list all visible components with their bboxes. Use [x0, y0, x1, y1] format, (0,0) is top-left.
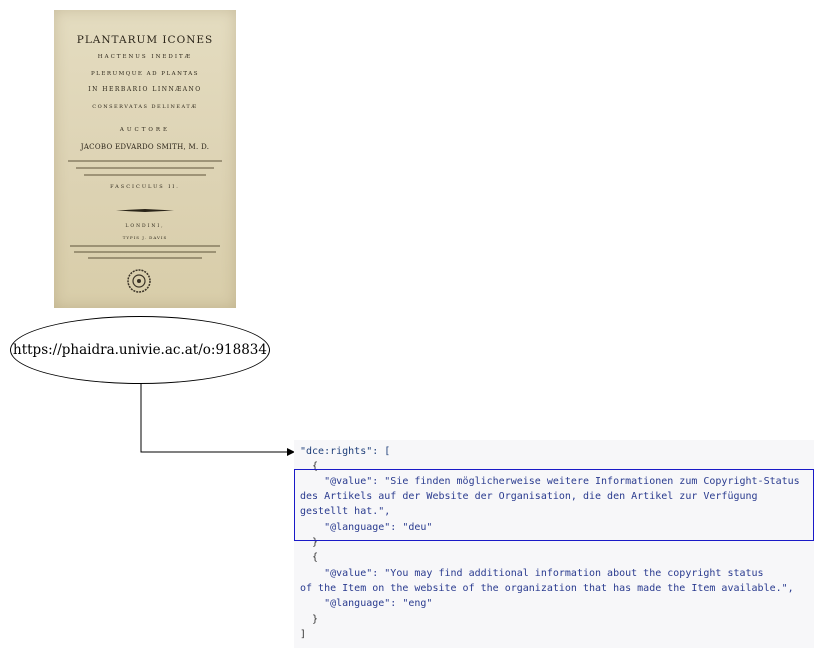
- fine-print-line: [70, 245, 220, 247]
- code-line: }: [300, 612, 318, 627]
- url-node-label: https://phaidra.univie.ac.at/o:918834: [13, 342, 267, 358]
- book-title: PLANTARUM ICONES: [76, 34, 214, 46]
- book-title-page-image: PLANTARUM ICONES HACTENUS INEDITÆ PLERUM…: [54, 10, 236, 308]
- code-line: "@value": "You may find additional infor…: [300, 566, 764, 581]
- book-line: PLERUMQUE AD PLANTAS: [90, 71, 200, 77]
- fine-print-line: [68, 160, 222, 162]
- fine-print-line: [84, 174, 206, 176]
- code-text: "@language": "eng": [300, 598, 433, 609]
- code-text: of the Item on the website of the organi…: [300, 583, 794, 594]
- fine-print-line: [74, 251, 216, 253]
- code-text: {: [300, 552, 319, 563]
- code-line: "@language": "eng": [300, 596, 432, 611]
- book-line: IN HERBARIO LINNÆANO: [88, 86, 202, 93]
- book-line: FASCICULUS II.: [110, 184, 180, 190]
- highlight-box-german-rights: [294, 469, 814, 541]
- library-stamp-icon: [127, 269, 151, 293]
- ornament-rule-icon: [116, 209, 174, 212]
- code-text: "dce:rights": [: [300, 446, 391, 457]
- book-line: CONSERVATAS DELINEATÆ: [92, 104, 198, 110]
- fine-print-line: [88, 257, 202, 259]
- code-text: }: [300, 614, 319, 625]
- code-line: "dce:rights": [: [300, 444, 390, 459]
- code-text: "@value": "You may find additional infor…: [300, 568, 764, 579]
- book-line: LONDINI,: [125, 224, 165, 229]
- book-line: AUCTORE: [119, 127, 171, 133]
- book-line: HACTENUS INEDITÆ: [97, 54, 193, 60]
- book-author: JACOBO EDVARDO SMITH, M. D.: [80, 143, 210, 151]
- fine-print-line: [76, 167, 214, 169]
- code-line: {: [300, 550, 318, 565]
- code-text: ]: [300, 629, 307, 640]
- code-line: of the Item on the website of the organi…: [300, 581, 794, 596]
- code-line: ]: [300, 627, 306, 642]
- book-line: TYPIS J. DAVIS: [122, 235, 168, 240]
- url-node: https://phaidra.univie.ac.at/o:918834: [10, 316, 270, 384]
